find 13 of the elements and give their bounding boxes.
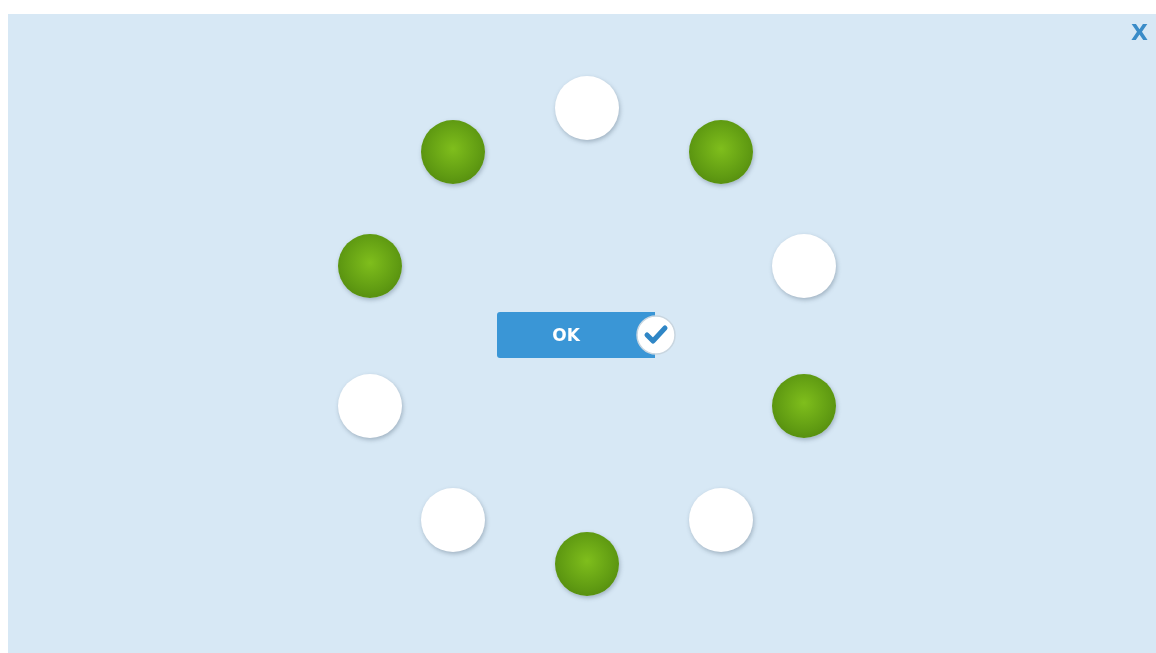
filled-circle[interactable] bbox=[771, 374, 836, 439]
empty-circle[interactable] bbox=[555, 76, 619, 140]
filled-circle[interactable] bbox=[338, 233, 403, 298]
empty-circle[interactable] bbox=[421, 488, 485, 553]
filled-circle[interactable] bbox=[689, 119, 753, 184]
filled-circle[interactable] bbox=[555, 532, 619, 596]
empty-circle[interactable] bbox=[689, 488, 753, 553]
empty-circle[interactable] bbox=[771, 233, 836, 298]
ok-button[interactable]: OK bbox=[497, 312, 677, 358]
filled-circle[interactable] bbox=[421, 119, 485, 184]
check-circle-icon bbox=[635, 314, 677, 356]
close-button[interactable]: X bbox=[1129, 22, 1150, 44]
empty-circle[interactable] bbox=[338, 374, 403, 439]
